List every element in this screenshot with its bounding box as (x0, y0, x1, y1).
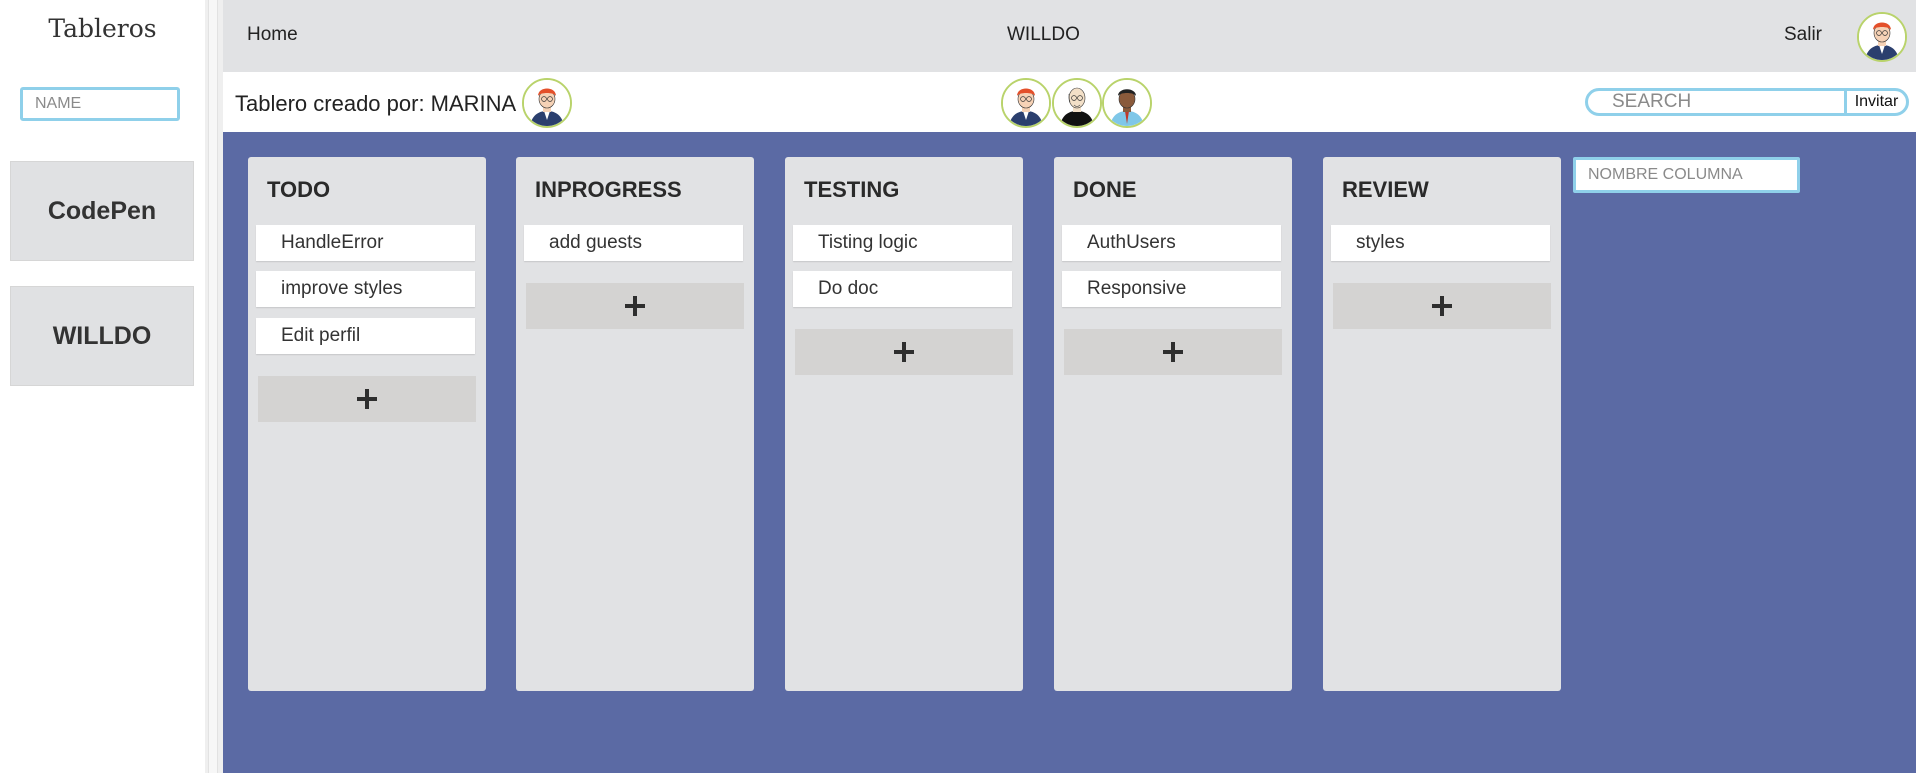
column-inprogress: INPROGRESS add guests (516, 157, 754, 691)
nav-home-link[interactable]: Home (247, 24, 298, 46)
invite-button[interactable]: Invitar (1844, 88, 1909, 116)
scrollbar-track (208, 0, 218, 773)
add-task-button[interactable] (1064, 329, 1282, 375)
board-owner-label: Tablero creado por: MARINA (235, 91, 517, 116)
new-column-input[interactable] (1573, 157, 1800, 193)
column-title: REVIEW (1342, 177, 1429, 202)
member-avatar-icon (1102, 78, 1152, 128)
user-avatar-icon[interactable] (1857, 12, 1907, 62)
sidebar: Tableros CodePen WILLDO (0, 0, 205, 773)
top-navbar: Home WILLDO Salir (223, 0, 1916, 72)
nav-brand: WILLDO (1007, 24, 1080, 45)
column-done: DONE AuthUsers Responsive (1054, 157, 1292, 691)
add-task-button[interactable] (526, 283, 744, 329)
task-card[interactable]: improve styles (256, 271, 475, 307)
column-title: INPROGRESS (535, 177, 682, 202)
sidebar-scrollbar[interactable] (205, 0, 223, 773)
task-card[interactable]: styles (1331, 225, 1550, 261)
member-avatar-icon (1052, 78, 1102, 128)
board-card-codepen[interactable]: CodePen (10, 161, 194, 261)
nav-logout-link[interactable]: Salir (1784, 24, 1822, 46)
plus-icon (894, 342, 914, 362)
task-card[interactable]: add guests (524, 225, 743, 261)
plus-icon (625, 296, 645, 316)
owner-avatar-icon (522, 78, 572, 128)
task-card[interactable]: HandleError (256, 225, 475, 261)
member-avatar-icon (1001, 78, 1051, 128)
column-title: TODO (267, 177, 331, 202)
board-name-input[interactable] (20, 87, 180, 121)
plus-icon (1163, 342, 1183, 362)
column-title: DONE (1073, 177, 1137, 202)
add-task-button[interactable] (1333, 283, 1551, 329)
column-review: REVIEW styles (1323, 157, 1561, 691)
column-testing: TESTING Tisting logic Do doc (785, 157, 1023, 691)
add-task-button[interactable] (258, 376, 476, 422)
plus-icon (357, 389, 377, 409)
task-card[interactable]: Responsive (1062, 271, 1281, 307)
column-title: TESTING (804, 177, 900, 202)
search-input[interactable] (1585, 88, 1847, 116)
sidebar-title: Tableros (48, 14, 157, 43)
task-card[interactable]: Tisting logic (793, 225, 1012, 261)
add-task-button[interactable] (795, 329, 1013, 375)
board-header: Tablero creado por: MARINA Invitar (223, 72, 1916, 132)
plus-icon (1432, 296, 1452, 316)
column-todo: TODO HandleError improve styles Edit per… (248, 157, 486, 691)
board-card-willdo[interactable]: WILLDO (10, 286, 194, 386)
task-card[interactable]: Edit perfil (256, 318, 475, 354)
task-card[interactable]: AuthUsers (1062, 225, 1281, 261)
task-card[interactable]: Do doc (793, 271, 1012, 307)
kanban-board: TODO HandleError improve styles Edit per… (223, 132, 1916, 773)
